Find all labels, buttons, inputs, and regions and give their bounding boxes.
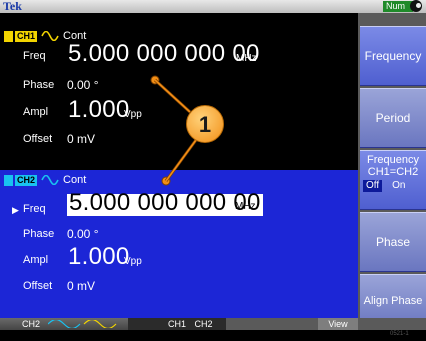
channel1-ampl-value[interactable]: 1.000 xyxy=(68,96,130,124)
frequency-link-button[interactable]: Frequency CH1=CH2 Off On xyxy=(360,150,426,210)
phase-button[interactable]: Phase xyxy=(360,212,426,272)
channel2-tag: CH2 xyxy=(15,174,38,186)
frequency-button[interactable]: Frequency xyxy=(360,26,426,86)
channel1-ampl-label: Ampl xyxy=(23,106,49,118)
channel2-color-swatch xyxy=(4,174,13,186)
tab-ch2b-label: CH2 xyxy=(194,319,213,329)
channel1-ampl-unit: Vpp xyxy=(124,109,142,120)
channel1-freq-unit: MHz xyxy=(236,53,257,64)
selected-row-arrow-icon: ▶ xyxy=(12,205,19,215)
channel1-offset-value[interactable]: 0 mV xyxy=(67,132,95,146)
channel2-phase-label: Phase xyxy=(23,228,55,240)
tab-ch2-waveform[interactable]: CH2 xyxy=(0,318,128,330)
channel1-freq-label: Freq xyxy=(23,50,46,62)
channel1-phase-value[interactable]: 0.00 ° xyxy=(67,78,99,92)
instrument-screen: Tek Num CH1 Cont Freq 5.000 000 000 00 M… xyxy=(0,0,426,341)
figure-code: 0521-1 xyxy=(390,331,409,337)
sine-wave-icon xyxy=(41,175,59,185)
channel2-phase-value[interactable]: 0.00 ° xyxy=(67,227,99,241)
channel2-offset-label: Offset xyxy=(23,280,53,292)
brand-logo: Tek xyxy=(3,0,22,13)
channel2-run-mode: Cont xyxy=(63,174,87,186)
channel2-freq-field[interactable]: 5.000 000 000 00 MHz xyxy=(67,189,263,216)
side-menu: Frequency Period Frequency CH1=CH2 Off O… xyxy=(358,13,426,328)
channel1-phase-label: Phase xyxy=(23,79,55,91)
bottom-tab-bar: CH2 CH1 CH2 View xyxy=(0,318,426,330)
channel2-freq-value[interactable]: 5.000 000 000 00 xyxy=(69,189,261,217)
channel1-color-swatch xyxy=(4,30,13,42)
channel2-freq-label: Freq xyxy=(23,203,46,215)
channel2-panel[interactable]: CH2 Cont ▶ Freq 5.000 000 000 00 MHz Pha… xyxy=(0,170,358,318)
tab-ch1-ch2[interactable]: CH1 CH2 xyxy=(128,318,226,330)
channel2-ampl-value[interactable]: 1.000 xyxy=(68,243,130,271)
period-button[interactable]: Period xyxy=(360,88,426,148)
num-mode-badge: Num xyxy=(383,1,413,12)
channel1-offset-label: Offset xyxy=(23,133,53,145)
channel2-offset-value[interactable]: 0 mV xyxy=(67,279,95,293)
channel1-freq-value[interactable]: 5.000 000 000 00 xyxy=(68,40,260,68)
channel2-ampl-label: Ampl xyxy=(23,254,49,266)
channel2-ampl-unit: Vpp xyxy=(124,256,142,267)
tab-ch1-label: CH1 xyxy=(168,319,187,329)
channel2-header: CH2 Cont xyxy=(4,173,86,187)
status-bar: Tek Num xyxy=(0,0,426,13)
waveform-preview-icon xyxy=(48,320,117,328)
channel1-panel[interactable]: CH1 Cont Freq 5.000 000 000 00 MHz Phase… xyxy=(0,26,358,170)
channel2-freq-unit: MHz xyxy=(235,201,256,212)
toggle-on-option[interactable]: On xyxy=(388,180,409,192)
callout-number: 1 xyxy=(186,105,224,143)
toggle-off-option[interactable]: Off xyxy=(363,180,383,192)
frequency-link-label-line1: Frequency xyxy=(367,154,419,166)
channel1-tag: CH1 xyxy=(15,30,38,42)
lock-icon xyxy=(410,0,422,12)
tab-ch2-label: CH2 xyxy=(22,319,41,329)
frequency-link-toggle[interactable]: Off On xyxy=(360,180,426,192)
frequency-link-label-line2: CH1=CH2 xyxy=(367,166,419,178)
sine-wave-icon xyxy=(41,31,59,41)
view-button[interactable]: View xyxy=(318,318,358,330)
